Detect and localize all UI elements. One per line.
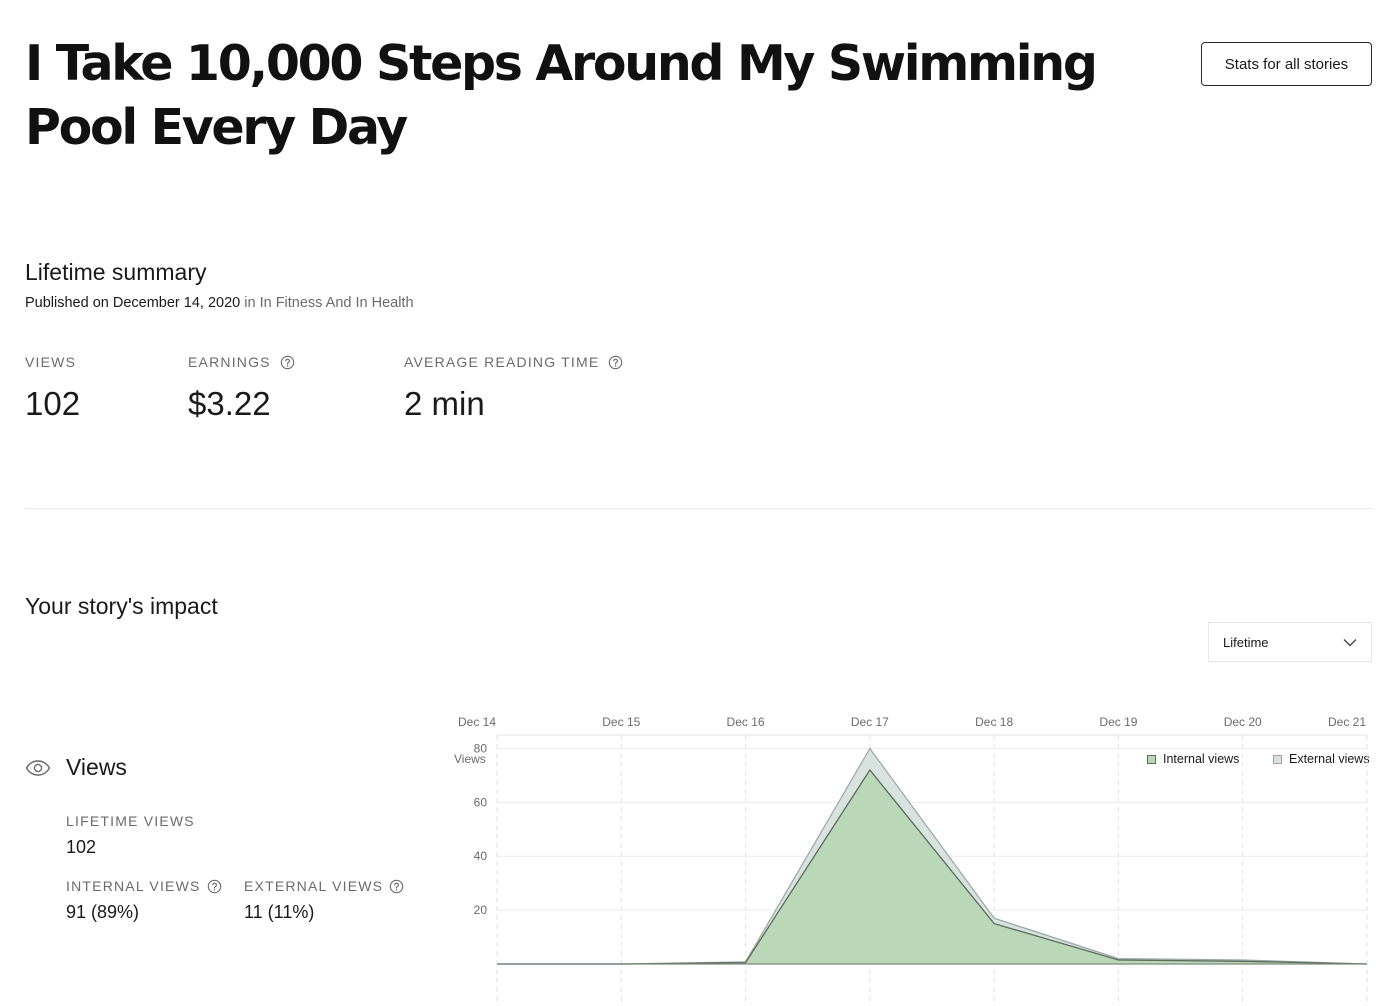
y-axis-label: Views [454,752,486,766]
y-tick-label: 40 [474,849,488,863]
x-tick-label: Dec 20 [1223,715,1262,729]
reading-time-stat-label: AVERAGE READING TIME [404,354,623,370]
time-range-value: Lifetime [1223,634,1269,650]
y-tick-label: 60 [474,795,488,809]
x-tick-label: Dec 16 [726,715,765,729]
earnings-stat-label: EARNINGS [188,354,295,370]
x-tick-label: Dec 14 [457,715,497,729]
x-tick-label: Dec 15 [602,715,641,729]
internal-views-label: INTERNAL VIEWS [66,878,222,894]
help-icon[interactable] [389,879,404,894]
publication-link[interactable]: in In Fitness And In Health [244,295,413,311]
reading-time-stat-value: 2 min [404,385,485,422]
published-date: Published on December 14, 2020 [25,295,241,311]
help-icon[interactable] [280,355,295,370]
views-header: Views [25,754,127,781]
x-tick-label: Dec 21 [1327,715,1367,729]
lifetime-summary-heading: Lifetime summary [25,259,207,285]
help-icon[interactable] [207,879,222,894]
lifetime-views-label: LIFETIME VIEWS [66,813,195,829]
views-stat-value: 102 [25,385,81,422]
time-range-select[interactable]: Lifetime [1208,622,1372,662]
views-stat-label: VIEWS [25,354,77,370]
x-tick-label: Dec 17 [850,715,889,729]
chevron-down-icon [1343,638,1357,646]
internal-views-value: 91 (89%) [66,902,140,922]
external-views-label: EXTERNAL VIEWS [244,878,404,894]
external-views-value: 11 (11%) [244,902,315,922]
published-line: Published on December 14, 2020 in In Fit… [25,295,414,311]
y-tick-label: 20 [474,903,488,917]
earnings-stat-value: $3.22 [188,385,271,422]
series-internal-area [497,770,1367,964]
story-title: I Take 10,000 Steps Around My Swimming P… [25,35,1098,156]
story-impact-heading: Your story's impact [25,593,218,619]
stats-all-stories-button[interactable]: Stats for all stories [1201,42,1372,86]
eye-icon [25,759,51,776]
x-tick-label: Dec 18 [975,715,1014,729]
section-divider [25,508,1372,509]
views-chart: 20406080Views [454,734,1368,1006]
help-icon[interactable] [608,355,623,370]
x-tick-label: Dec 19 [1099,715,1138,729]
views-title: Views [66,754,127,780]
lifetime-views-value: 102 [66,837,97,857]
